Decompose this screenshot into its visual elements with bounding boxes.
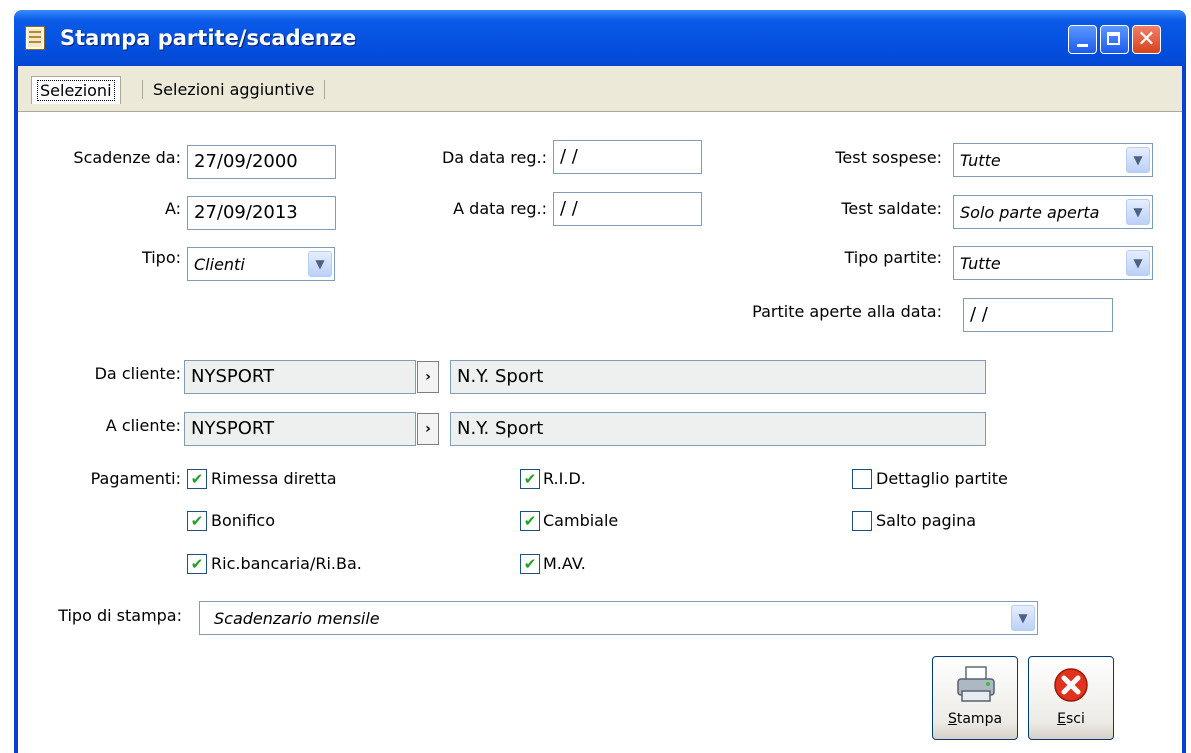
mav-checkbox[interactable]: ✔ xyxy=(520,554,540,574)
maximize-icon xyxy=(1107,32,1120,45)
mav-label: M.AV. xyxy=(543,554,586,573)
tipo-select[interactable]: Clienti ▼ xyxy=(187,247,335,281)
maximize-button[interactable] xyxy=(1100,25,1129,54)
dettaglio-partite-checkbox[interactable]: ✔ xyxy=(852,469,872,489)
chevron-right-icon[interactable]: › xyxy=(417,361,439,393)
close-circle-icon xyxy=(1054,668,1088,702)
a-data-reg-label: A data reg.: xyxy=(453,199,547,218)
rid-label: R.I.D. xyxy=(543,469,586,488)
a-data-reg-field[interactable]: / / xyxy=(553,192,702,226)
cambiale-checkbox[interactable]: ✔ xyxy=(520,511,540,531)
esci-caption: Esci xyxy=(1057,711,1085,727)
salto-pagina-label: Salto pagina xyxy=(876,511,977,530)
app-icon xyxy=(25,26,45,50)
esci-button[interactable]: Esci xyxy=(1028,656,1114,740)
test-sospese-label: Test sospese: xyxy=(835,148,942,167)
printer-icon xyxy=(957,666,995,702)
chevron-right-icon[interactable]: › xyxy=(417,413,439,445)
cambiale-label: Cambiale xyxy=(543,511,619,530)
title-bar[interactable]: Stampa partite/scadenze ✕ xyxy=(14,10,1186,66)
da-cliente-code[interactable]: NYSPORT xyxy=(184,360,416,394)
rid-checkbox[interactable]: ✔ xyxy=(520,469,540,489)
scadenze-a-label: A: xyxy=(164,199,181,218)
app-window: Stampa partite/scadenze ✕ Selezioni Sele… xyxy=(14,10,1186,753)
chevron-down-icon[interactable]: ▼ xyxy=(1011,605,1035,631)
a-cliente-code[interactable]: NYSPORT xyxy=(184,412,416,446)
tipo-partite-label: Tipo partite: xyxy=(844,248,942,267)
bonifico-checkbox[interactable]: ✔ xyxy=(187,511,207,531)
scadenze-da-field[interactable]: 27/09/2000 xyxy=(187,145,336,179)
test-sospese-value: Tutte xyxy=(960,151,1001,170)
close-button[interactable]: ✕ xyxy=(1132,25,1161,54)
tipo-partite-select[interactable]: Tutte ▼ xyxy=(953,246,1153,280)
scadenze-a-field[interactable]: 27/09/2013 xyxy=(187,196,336,230)
scadenze-da-label: Scadenze da: xyxy=(73,148,181,167)
da-cliente-name: N.Y. Sport xyxy=(450,360,986,394)
partite-aperte-field[interactable]: / / xyxy=(963,298,1113,332)
stampa-button[interactable]: Stampa xyxy=(932,656,1018,740)
a-cliente-name: N.Y. Sport xyxy=(450,412,986,446)
window-title: Stampa partite/scadenze xyxy=(60,26,357,50)
salto-pagina-checkbox[interactable]: ✔ xyxy=(852,511,872,531)
tipo-label: Tipo: xyxy=(141,248,181,267)
ricbancaria-label: Ric.bancaria/Ri.Ba. xyxy=(211,554,362,573)
test-saldate-label: Test saldate: xyxy=(841,199,942,218)
tab-selezioni-aggiuntive-label: Selezioni aggiuntive xyxy=(153,80,315,99)
tipo-stampa-select[interactable]: Scadenzario mensile ▼ xyxy=(199,601,1038,635)
chevron-down-icon[interactable]: ▼ xyxy=(308,251,332,277)
partite-aperte-label: Partite aperte alla data: xyxy=(752,302,942,321)
chevron-down-icon[interactable]: ▼ xyxy=(1126,147,1150,173)
close-icon: ✕ xyxy=(1137,27,1156,52)
da-data-reg-field[interactable]: / / xyxy=(553,140,702,174)
test-saldate-value: Solo parte aperta xyxy=(960,203,1100,222)
selezioni-panel: Scadenze da: 27/09/2000 A: 27/09/2013 Ti… xyxy=(18,112,1182,753)
chevron-down-icon[interactable]: ▼ xyxy=(1126,199,1150,225)
a-cliente-label: A cliente: xyxy=(105,416,181,435)
minimize-icon xyxy=(1077,44,1088,47)
tipo-value: Clienti xyxy=(194,255,245,274)
tipo-stampa-value: Scadenzario mensile xyxy=(214,609,380,628)
rimessa-diretta-checkbox[interactable]: ✔ xyxy=(187,469,207,489)
bonifico-label: Bonifico xyxy=(211,511,276,530)
chevron-down-icon[interactable]: ▼ xyxy=(1126,250,1150,276)
test-saldate-select[interactable]: Solo parte aperta ▼ xyxy=(953,195,1153,229)
ricbancaria-checkbox[interactable]: ✔ xyxy=(187,554,207,574)
dettaglio-partite-label: Dettaglio partite xyxy=(876,469,1008,488)
test-sospese-select[interactable]: Tutte ▼ xyxy=(953,143,1153,177)
tipo-stampa-label: Tipo di stampa: xyxy=(58,606,182,625)
rimessa-diretta-label: Rimessa diretta xyxy=(211,469,337,488)
tab-selezioni-aggiuntive[interactable]: Selezioni aggiuntive xyxy=(142,80,326,99)
minimize-button[interactable] xyxy=(1068,25,1097,54)
pagamenti-label: Pagamenti: xyxy=(90,469,181,488)
tab-selezioni-label: Selezioni xyxy=(37,80,115,101)
da-data-reg-label: Da data reg.: xyxy=(441,148,547,167)
tipo-partite-value: Tutte xyxy=(960,254,1001,273)
stampa-caption: Stampa xyxy=(947,711,1003,727)
da-cliente-label: Da cliente: xyxy=(94,364,181,383)
client-area: Selezioni Selezioni aggiuntive Scadenze … xyxy=(18,66,1182,753)
tab-selezioni[interactable]: Selezioni xyxy=(31,76,121,104)
